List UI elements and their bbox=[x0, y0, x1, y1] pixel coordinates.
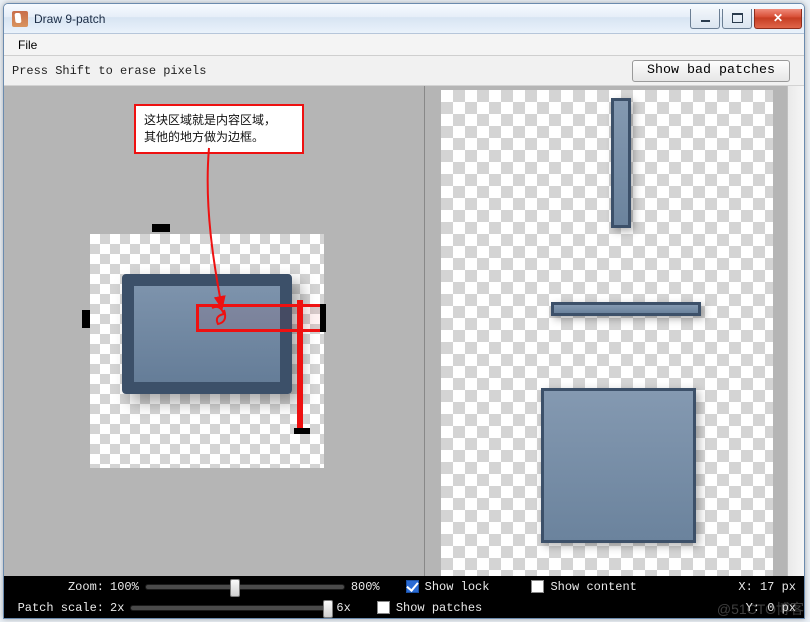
bottom-content-marker[interactable] bbox=[294, 428, 310, 434]
toolbar: Press Shift to erase pixels Show bad pat… bbox=[4, 56, 804, 86]
patch-scale-slider[interactable] bbox=[130, 605, 330, 611]
annotation-line2: 其他的地方做为边框。 bbox=[144, 130, 264, 144]
show-lock-checkbox[interactable] bbox=[406, 580, 419, 593]
preview-both bbox=[541, 388, 696, 543]
window-title: Draw 9-patch bbox=[34, 12, 105, 26]
content-region-horizontal[interactable] bbox=[196, 304, 326, 332]
show-patches-checkbox[interactable] bbox=[377, 601, 390, 614]
content-region-vertical[interactable] bbox=[297, 300, 303, 430]
window-controls: ✕ bbox=[690, 9, 802, 29]
annotation-line1: 这块区域就是内容区域， bbox=[144, 113, 276, 127]
show-content-checkbox[interactable] bbox=[531, 580, 544, 593]
preview-pane[interactable] bbox=[425, 86, 804, 576]
zoom-min: 100% bbox=[110, 580, 139, 594]
left-stretch-marker[interactable] bbox=[82, 310, 90, 328]
zoom-slider[interactable] bbox=[145, 584, 345, 590]
slider-thumb[interactable] bbox=[230, 579, 240, 597]
zoom-label: Zoom: bbox=[12, 580, 104, 594]
right-content-marker[interactable] bbox=[320, 304, 326, 332]
cursor-x: X: 17 px bbox=[738, 580, 796, 594]
show-bad-patches-button[interactable]: Show bad patches bbox=[632, 60, 790, 82]
cursor-y: Y: 0 px bbox=[746, 601, 796, 615]
source-image bbox=[122, 274, 292, 394]
nine-patch-canvas[interactable] bbox=[90, 234, 324, 468]
preview-horizontal bbox=[551, 302, 701, 316]
zoom-max: 800% bbox=[351, 580, 380, 594]
preview-canvas bbox=[441, 90, 773, 576]
slider-thumb[interactable] bbox=[323, 600, 333, 618]
app-window: Draw 9-patch ✕ File Press Shift to erase… bbox=[3, 3, 805, 619]
workspace: 这块区域就是内容区域， 其他的地方做为边框。 bbox=[4, 86, 804, 576]
status-bar: Zoom: 100% 800% Show lock Show content X… bbox=[4, 576, 804, 618]
top-stretch-marker[interactable] bbox=[152, 224, 170, 232]
close-button[interactable]: ✕ bbox=[754, 9, 802, 29]
annotation-callout: 这块区域就是内容区域， 其他的地方做为边框。 bbox=[134, 104, 304, 154]
maximize-button[interactable] bbox=[722, 9, 752, 29]
edit-pane[interactable]: 这块区域就是内容区域， 其他的地方做为边框。 bbox=[4, 86, 425, 576]
show-patches-label: Show patches bbox=[396, 601, 482, 615]
patch-scale-label: Patch scale: bbox=[12, 601, 104, 615]
menubar: File bbox=[4, 34, 804, 56]
app-icon bbox=[12, 11, 28, 27]
minimize-button[interactable] bbox=[690, 9, 720, 29]
scale-min: 2x bbox=[110, 601, 124, 615]
hint-text: Press Shift to erase pixels bbox=[12, 64, 206, 78]
show-lock-label: Show lock bbox=[425, 580, 490, 594]
show-content-label: Show content bbox=[550, 580, 636, 594]
titlebar[interactable]: Draw 9-patch ✕ bbox=[4, 4, 804, 34]
preview-vertical bbox=[611, 98, 631, 228]
menu-file[interactable]: File bbox=[10, 36, 45, 54]
scale-max: 6x bbox=[336, 601, 350, 615]
